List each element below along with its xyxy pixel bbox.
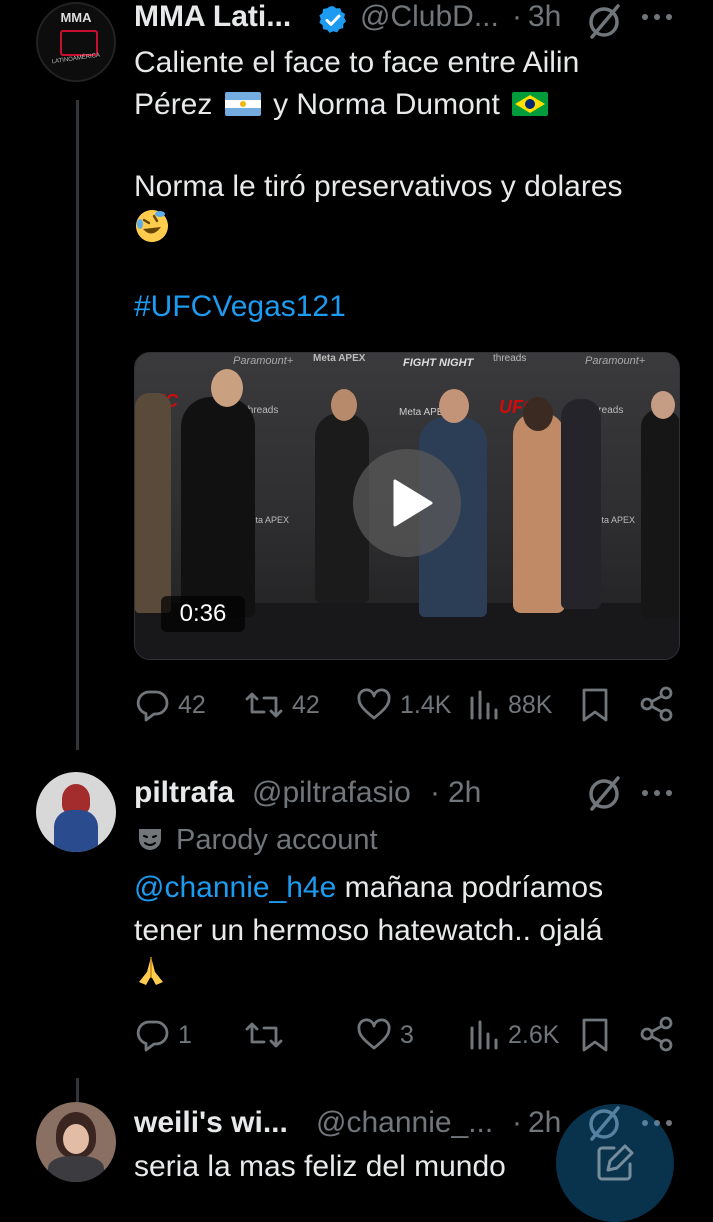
heart-icon (357, 688, 391, 720)
bookmark-icon[interactable] (580, 688, 610, 722)
repost-button[interactable]: 42 (244, 688, 320, 722)
person-silhouette (561, 399, 601, 609)
like-count: 1.4K (400, 690, 452, 719)
reply-icon (136, 690, 169, 722)
person-head (331, 389, 357, 421)
bookmark-icon[interactable] (580, 1018, 610, 1052)
grok-icon[interactable] (584, 774, 624, 814)
timestamp[interactable]: 2h (448, 776, 481, 810)
avatar[interactable]: MMA LATINOAMÉRICA (36, 2, 116, 82)
person-silhouette (181, 397, 255, 617)
backdrop-text: Meta APEX (313, 353, 366, 364)
repost-button[interactable] (244, 1018, 292, 1052)
parody-mask-icon (139, 829, 161, 850)
play-icon (393, 479, 433, 527)
compose-fab-button[interactable] (556, 1104, 674, 1222)
tweet-text-line: @channie_h4e mañana podríamos (134, 867, 603, 909)
views-count: 2.6K (508, 1020, 560, 1049)
share-icon[interactable] (638, 686, 676, 722)
octagon-logo (60, 30, 98, 56)
video-player[interactable]: Paramount+ Meta APEX FIGHT NIGHT threads… (134, 352, 680, 660)
person-head (523, 397, 553, 431)
video-duration-badge: 0:36 (161, 596, 245, 632)
avatar-logo-text-top: MMA (60, 10, 92, 25)
repost-icon (245, 1022, 283, 1048)
reply-button[interactable]: 1 (136, 1018, 192, 1052)
avatar[interactable] (36, 772, 116, 852)
backdrop-text: FIGHT NIGHT (403, 357, 474, 369)
avatar-figure (54, 810, 98, 852)
avatar[interactable] (36, 1102, 116, 1182)
play-button[interactable] (353, 449, 461, 557)
separator-dot: · (512, 1106, 522, 1139)
person-silhouette (641, 409, 679, 619)
parody-label: Parody account (176, 824, 378, 856)
views-count: 88K (508, 690, 553, 719)
person-silhouette (135, 393, 171, 613)
reply-count: 42 (178, 690, 206, 719)
person-head (439, 389, 469, 423)
author-handle[interactable]: @channie_... (316, 1106, 493, 1140)
text-segment: mañana podríamos (336, 871, 604, 904)
person-head (211, 369, 243, 407)
views-button[interactable]: 2.6K (468, 1018, 559, 1052)
tweet-text-line: Norma le tiró preservativos y dolares (134, 170, 623, 203)
tweet-text-line: Caliente el face to face entre Ailin (134, 46, 580, 79)
like-count: 3 (400, 1020, 414, 1049)
more-options-icon[interactable] (640, 786, 674, 800)
timestamp[interactable]: 3h (528, 0, 561, 34)
author-handle[interactable]: @piltrafasio (252, 776, 411, 810)
timestamp[interactable]: 2h (528, 1106, 561, 1140)
tweet-text-line: seria la mas feliz del mundo (134, 1150, 506, 1183)
views-button[interactable]: 88K (468, 688, 552, 722)
hashtag-link[interactable]: #UFCVegas121 (134, 286, 346, 328)
author-name[interactable]: weili's wi... (134, 1106, 288, 1140)
argentina-flag-icon (224, 92, 261, 116)
like-button[interactable]: 3 (356, 1018, 414, 1052)
backdrop-text: Paramount+ (585, 355, 646, 367)
author-name[interactable]: piltrafa (134, 776, 234, 810)
views-icon (470, 1020, 498, 1050)
person-head (651, 391, 675, 419)
text-segment: y Norma Dumont (273, 88, 500, 121)
tweet-text-line: Pérez y Norma Dumont (134, 84, 552, 126)
views-icon (470, 690, 498, 720)
text-segment: Pérez (134, 88, 213, 121)
more-options-icon[interactable] (640, 10, 674, 24)
grok-icon[interactable] (584, 2, 624, 42)
person-silhouette (513, 413, 565, 613)
compose-icon (597, 1144, 634, 1181)
folded-hands-emoji-icon (139, 957, 163, 985)
author-name[interactable]: MMA Lati... (134, 0, 291, 34)
rofl-emoji-icon (134, 208, 170, 244)
brazil-flag-icon (512, 92, 549, 116)
avatar-figure (48, 1156, 104, 1182)
reply-count: 1 (178, 1020, 192, 1049)
backdrop-text: threads (493, 353, 527, 364)
separator-dot: · (430, 776, 440, 809)
like-button[interactable]: 1.4K (356, 688, 451, 722)
repost-icon (245, 692, 283, 718)
separator-dot: · (512, 0, 522, 33)
repost-count: 42 (292, 690, 320, 719)
avatar-figure (63, 1124, 89, 1154)
reply-icon (136, 1020, 169, 1052)
verified-badge-icon (319, 6, 347, 33)
author-handle[interactable]: @ClubD... (360, 0, 499, 34)
reply-button[interactable]: 42 (136, 688, 206, 722)
mention-link[interactable]: @channie_h4e (134, 871, 336, 904)
share-icon[interactable] (638, 1016, 676, 1052)
heart-icon (357, 1018, 391, 1050)
thread-line (76, 100, 79, 750)
backdrop-text: Paramount+ (233, 355, 294, 367)
tweet-text-line: tener un hermoso hatewatch.. ojalá (134, 914, 603, 947)
